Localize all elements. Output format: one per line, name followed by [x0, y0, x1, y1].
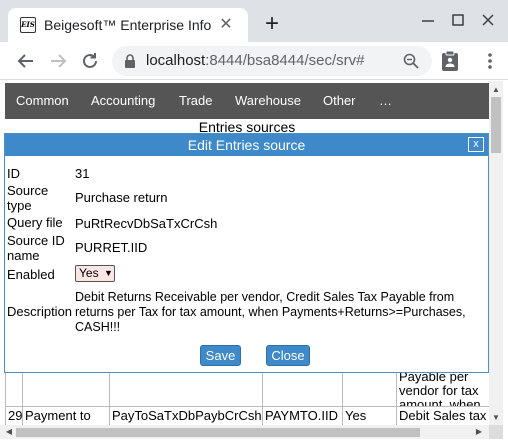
forward-arrow-icon[interactable] [46, 49, 70, 73]
scrollbar-corner [489, 425, 503, 439]
close-button[interactable]: Close [266, 345, 310, 366]
nav-item-common[interactable]: Common [16, 83, 69, 119]
page-viewport: Common Accounting Trade Warehouse Other … [0, 81, 508, 443]
scroll-up-icon[interactable]: ▲ [489, 83, 503, 97]
tab-close-icon[interactable]: ✕ [216, 15, 236, 35]
id-value: 31 [75, 166, 90, 181]
table-cell-enabled: Yes [342, 406, 397, 425]
window-close-icon[interactable] [476, 8, 500, 32]
dialog-close-icon[interactable]: x [468, 137, 484, 152]
browser-tab[interactable]: EIS Beigesoft™ Enterprise Info ✕ [8, 8, 248, 42]
address-bar[interactable]: localhost:8444/bsa8444/sec/srv# [112, 46, 432, 76]
source-type-label: Source type [7, 183, 49, 213]
nav-item-accounting[interactable]: Accounting [91, 83, 155, 119]
enabled-label: Enabled [7, 267, 55, 282]
table-cell-id: 29 [5, 406, 23, 425]
more-menu-icon[interactable] [480, 51, 500, 71]
scroll-right-icon[interactable]: ▶ [472, 425, 486, 439]
table-cell-source-type [22, 373, 110, 407]
maximize-icon[interactable] [446, 8, 470, 32]
app-navbar: Common Accounting Trade Warehouse Other … [5, 83, 489, 119]
source-id-name-value: PURRET.IID [75, 240, 148, 255]
dialog-title: Edit Entries source [5, 134, 488, 156]
query-file-label: Query file [7, 215, 63, 230]
table-cell-source-id-name: PAYMTO.IID [262, 406, 343, 425]
browser-titlebar: EIS Beigesoft™ Enterprise Info ✕ + [0, 0, 508, 42]
zoom-icon[interactable] [402, 52, 420, 70]
nav-item-warehouse[interactable]: Warehouse [235, 83, 301, 119]
enabled-select-value: Yes [79, 266, 99, 280]
nav-item-more[interactable]: … [379, 83, 392, 119]
horizontal-scroll-thumb[interactable] [16, 428, 420, 437]
nav-item-other[interactable]: Other [323, 83, 356, 119]
horizontal-scrollbar[interactable]: ◀ ▶ [0, 425, 489, 439]
favicon-icon: EIS [20, 17, 36, 33]
description-label: Description [7, 304, 73, 319]
description-value: Debit Returns Receivable per vendor, Cre… [75, 290, 466, 334]
entries-table: per tax, Credit Payable per vendor for t… [5, 373, 489, 425]
url-host: localhost [146, 52, 206, 69]
source-id-name-label: Source ID name [7, 233, 65, 263]
table-cell-query-file: PayToSaTxDbPaybCrCsh [109, 406, 263, 425]
save-button[interactable]: Save [200, 345, 241, 366]
vertical-scroll-thumb[interactable] [491, 97, 501, 153]
new-tab-icon[interactable]: + [260, 12, 284, 36]
lock-icon[interactable] [122, 53, 138, 69]
reload-icon[interactable] [78, 49, 102, 73]
table-cell-query-file [109, 373, 263, 407]
back-arrow-icon[interactable] [14, 49, 38, 73]
id-label: ID [7, 166, 20, 181]
table-cell-id [5, 373, 23, 407]
query-file-value: PuRtRecvDbSaTxCrCsh [75, 216, 218, 231]
clipboard-icon[interactable] [440, 50, 460, 72]
browser-toolbar: localhost:8444/bsa8444/sec/srv# [0, 42, 508, 80]
dropdown-caret-icon: ▼ [104, 268, 113, 278]
table-cell-enabled [342, 373, 397, 407]
table-cell-source-id-name [262, 373, 343, 407]
table-cell-source-type: Payment to [22, 406, 110, 425]
source-type-value: Purchase return [75, 190, 168, 205]
nav-item-trade[interactable]: Trade [179, 83, 212, 119]
scroll-down-icon[interactable]: ▼ [489, 411, 503, 425]
scroll-left-icon[interactable]: ◀ [2, 425, 16, 439]
tab-title: Beigesoft™ Enterprise Info [44, 17, 212, 33]
minimize-icon[interactable] [416, 8, 440, 32]
enabled-select[interactable]: Yes ▼ [75, 265, 115, 282]
edit-entries-source-dialog: Edit Entries source x ID 31 Source type … [4, 133, 489, 373]
table-cell-description: per tax, Credit Payable per vendor for t… [396, 373, 489, 407]
url-path: :8444/bsa8444/sec/srv# [205, 52, 365, 69]
table-cell-description: Debit Sales tax [396, 406, 489, 425]
vertical-scrollbar[interactable]: ▲ ▼ [489, 81, 503, 425]
url-text[interactable]: localhost:8444/bsa8444/sec/srv# [146, 52, 396, 70]
